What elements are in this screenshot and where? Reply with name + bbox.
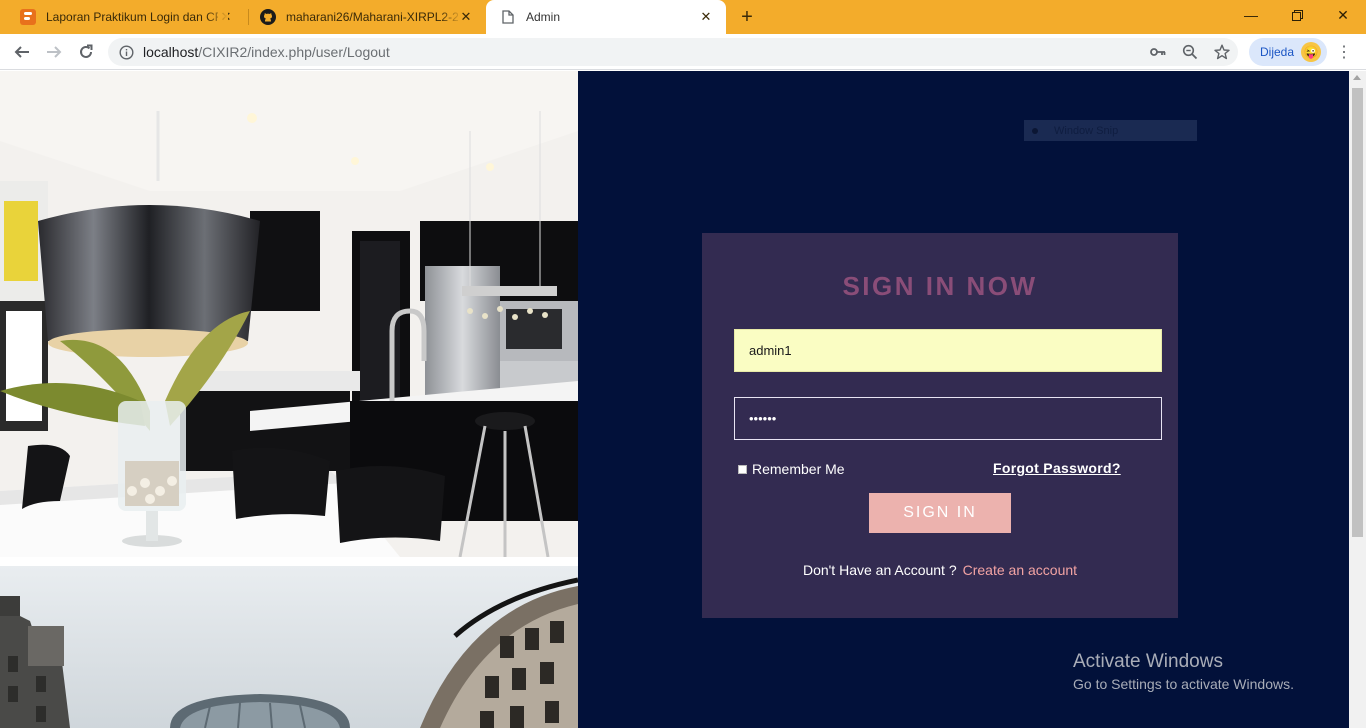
reload-icon[interactable] [72,38,100,66]
new-tab-icon[interactable]: + [734,4,760,30]
signup-prompt: Don't Have an Account ? Create an account [702,562,1178,578]
more-menu-icon[interactable]: ⋮ [1334,38,1354,66]
tab-fade [440,0,462,34]
kitchen-photo [0,71,578,557]
username-value: admin1 [749,343,792,358]
snip-dot-icon [1032,127,1038,134]
forward-icon[interactable] [40,38,68,66]
scroll-thumb[interactable] [1352,88,1363,537]
profile-name: Dijeda [1260,45,1295,59]
close-window-icon[interactable]: ✕ [1320,0,1366,30]
login-panel: Window Snip SIGN IN NOW admin1 •••••• Re… [578,71,1349,728]
profile-button[interactable]: Dijeda 😜 [1249,38,1327,66]
snip-label: Window Snip [1054,124,1119,137]
bookmark-star-icon[interactable] [1213,43,1231,61]
github-icon [260,9,276,25]
back-icon[interactable] [8,38,36,66]
tab-close-icon[interactable]: ✕ [698,9,714,25]
tab-title: Laporan Praktikum Login dan CRUD [46,10,218,24]
tab-title: Admin [526,10,561,24]
browser-toolbar: localhost/CIXIR2/index.php/user/Logout D… [0,34,1366,70]
tab-fade [206,0,228,34]
scroll-up-icon[interactable] [1353,75,1361,80]
info-icon[interactable] [118,44,134,60]
watermark-subtitle: Go to Settings to activate Windows. [1073,676,1294,692]
watermark-title: Activate Windows [1073,651,1223,672]
url-host: localhost [143,44,199,60]
activate-windows-watermark: Activate Windows Go to Settings to activ… [1073,651,1294,692]
minimize-icon[interactable]: — [1228,0,1274,30]
tab-strip: Laporan Praktikum Login dan CRUD ✕ mahar… [0,0,1366,34]
page-content: Window Snip SIGN IN NOW admin1 •••••• Re… [0,71,1366,728]
remember-me[interactable]: Remember Me [738,461,845,477]
url-path: /CIXIR2/index.php/user/Logout [198,44,390,60]
avatar: 😜 [1301,42,1321,62]
page-scrollbar[interactable] [1349,71,1366,728]
zoom-icon[interactable] [1181,43,1199,61]
remember-checkbox[interactable] [738,464,747,474]
photo-column [0,71,578,728]
password-field[interactable]: •••••• [734,397,1162,440]
login-card: SIGN IN NOW admin1 •••••• Remember Me Fo… [702,233,1178,618]
tab-admin[interactable]: Admin ✕ [486,0,726,34]
forgot-password-link[interactable]: Forgot Password? [993,460,1121,476]
address-bar[interactable]: localhost/CIXIR2/index.php/user/Logout [108,38,1238,66]
remember-label: Remember Me [752,461,845,477]
sign-in-button[interactable]: SIGN IN [869,493,1011,533]
building-photo [0,566,578,728]
login-title: SIGN IN NOW [842,271,1038,301]
create-account-link[interactable]: Create an account [963,562,1077,578]
blogger-icon [20,9,36,25]
key-icon[interactable] [1149,43,1167,61]
url-text: localhost/CIXIR2/index.php/user/Logout [143,44,390,60]
no-account-text: Don't Have an Account ? [802,562,957,578]
window-snip-overlay: Window Snip [1024,120,1197,141]
password-value: •••••• [749,411,777,426]
document-icon [500,9,516,25]
tab-title: maharani26/Maharani-XIRPL2-22 [286,10,458,24]
username-field[interactable]: admin1 [734,329,1162,372]
restore-icon[interactable] [1274,0,1320,30]
